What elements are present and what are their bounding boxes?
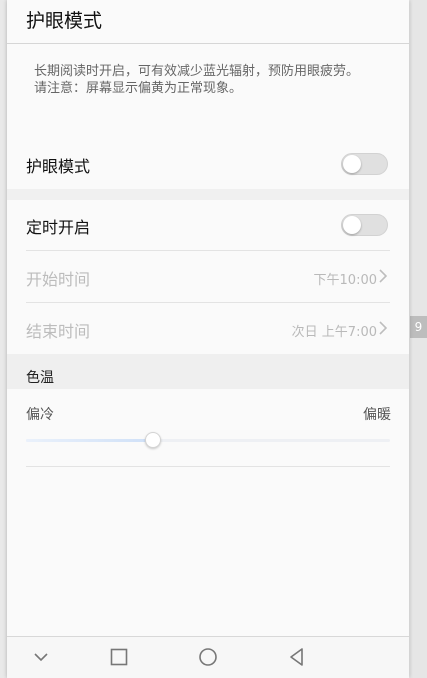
chevron-down-icon[interactable] [29,645,53,669]
start-time-label: 开始时间 [26,270,91,289]
navigation-bar [7,637,409,678]
section-gap [7,189,409,200]
page-title: 护眼模式 [26,10,103,32]
end-time-row[interactable]: 结束时间 次日 上午7:00 [7,304,409,354]
section-divider [26,466,390,467]
title-divider [7,43,409,44]
row-divider [26,250,390,251]
start-time-value: 下午10:00 [313,273,377,288]
color-temperature-slider[interactable] [26,430,390,452]
background-left-strip [0,0,7,678]
eye-comfort-label: 护眼模式 [26,157,91,176]
background-number: 9 [410,316,427,338]
start-time-row[interactable]: 开始时间 下午10:00 [7,252,409,302]
schedule-label: 定时开启 [26,218,91,237]
end-time-value: 次日 上午7:00 [291,325,377,340]
toggle-knob [343,155,361,173]
square-icon[interactable] [107,645,131,669]
description-line-1: 长期阅读时开启，可有效减少蓝光辐射，预防用眼疲劳。 [34,64,360,79]
eye-comfort-toggle[interactable] [341,153,388,175]
triangle-back-icon[interactable] [285,645,309,669]
eye-comfort-row[interactable]: 护眼模式 [7,139,409,189]
color-temperature-header: 色温 [7,354,409,389]
slider-fill [26,439,154,442]
eye-comfort-panel: 护眼模式 长期阅读时开启，可有效减少蓝光辐射，预防用眼疲劳。 请注意：屏幕显示偏… [7,0,409,678]
schedule-toggle[interactable] [341,214,388,236]
chevron-right-icon [379,321,388,335]
chevron-right-icon [379,269,388,283]
row-divider [26,302,390,303]
description-line-2: 请注意：屏幕显示偏黄为正常现象。 [34,81,243,96]
end-time-label: 结束时间 [26,322,91,341]
cool-label: 偏冷 [26,407,54,423]
toggle-knob [343,216,361,234]
color-temperature-heading: 色温 [26,370,54,386]
background-right-strip: 9 [410,0,427,678]
description: 长期阅读时开启，可有效减少蓝光辐射，预防用眼疲劳。 请注意：屏幕显示偏黄为正常现… [34,63,384,97]
slider-thumb[interactable] [145,432,162,448]
circle-icon[interactable] [196,645,220,669]
warm-label: 偏暖 [363,407,391,423]
schedule-row[interactable]: 定时开启 [7,200,409,250]
